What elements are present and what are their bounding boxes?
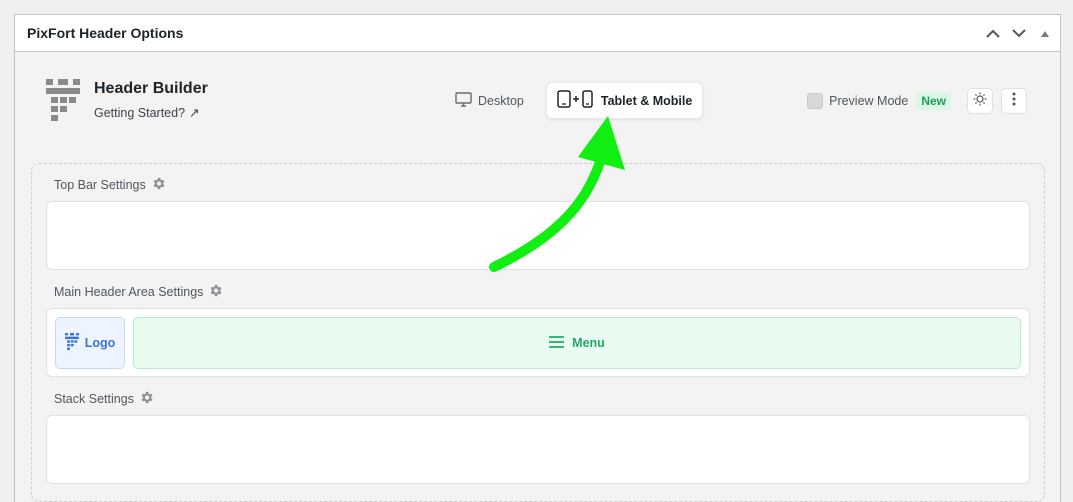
preview-checkbox[interactable] [807, 93, 824, 109]
monitor-icon [455, 91, 472, 110]
external-arrow-icon: ↗ [189, 106, 200, 120]
gear-icon[interactable] [151, 176, 166, 194]
right-tools: Preview Mode New [807, 88, 1027, 114]
collapse-toggle-icon[interactable] [1036, 25, 1054, 43]
main-header-row[interactable]: Logo Menu [46, 308, 1030, 377]
stack-settings-label[interactable]: Stack Settings [54, 390, 154, 408]
new-badge: New [916, 92, 951, 110]
more-options-button[interactable] [1001, 88, 1027, 114]
top-bar-row[interactable] [46, 201, 1030, 270]
move-down-icon[interactable] [1010, 25, 1028, 43]
panel-body: Header Builder Getting Started? ↗ Deskto… [15, 52, 1060, 502]
tablet-mobile-icon [557, 90, 595, 111]
tab-tablet-mobile[interactable]: Tablet & Mobile [545, 82, 704, 119]
move-up-icon[interactable] [984, 25, 1002, 43]
top-bar-settings-text: Top Bar Settings [54, 178, 146, 192]
getting-started-link[interactable]: Getting Started? ↗ [94, 105, 200, 121]
main-header-settings-text: Main Header Area Settings [54, 285, 204, 299]
menu-element[interactable]: Menu [133, 317, 1021, 369]
preview-mode-toggle[interactable]: Preview Mode [807, 93, 908, 109]
builder-title: Header Builder [94, 80, 208, 97]
menu-icon [549, 335, 565, 351]
stack-settings-text: Stack Settings [54, 392, 134, 406]
builder-toolbar: Header Builder Getting Started? ↗ Deskto… [15, 52, 1060, 152]
main-header-settings-label[interactable]: Main Header Area Settings [54, 283, 223, 301]
panel-header: PixFort Header Options [15, 15, 1060, 52]
builder-area: Top Bar Settings Main Header Area Settin… [31, 163, 1045, 502]
logo-icon [64, 333, 79, 353]
panel-controls [984, 15, 1054, 52]
tab-desktop-label: Desktop [478, 93, 524, 108]
top-bar-settings-label[interactable]: Top Bar Settings [54, 176, 166, 194]
panel-title: PixFort Header Options [27, 25, 184, 41]
tab-desktop[interactable]: Desktop [447, 82, 532, 119]
theme-toggle-button[interactable] [967, 88, 993, 114]
getting-started-label: Getting Started? [94, 105, 186, 120]
gear-icon[interactable] [208, 283, 223, 301]
menu-element-label: Menu [572, 336, 605, 350]
castle-logo-icon [46, 79, 80, 126]
tab-tablet-mobile-label: Tablet & Mobile [600, 93, 693, 108]
device-tabs: Desktop Tablet & Mobile [447, 82, 704, 119]
gear-icon[interactable] [139, 390, 154, 408]
sun-icon [973, 92, 987, 111]
logo-element[interactable]: Logo [55, 317, 125, 369]
kebab-menu-icon [1012, 92, 1016, 111]
header-options-panel: PixFort Header Options Header Builder Ge… [14, 14, 1061, 502]
preview-mode-label: Preview Mode [829, 94, 909, 108]
stack-row[interactable] [46, 415, 1030, 484]
logo-element-label: Logo [84, 336, 116, 350]
